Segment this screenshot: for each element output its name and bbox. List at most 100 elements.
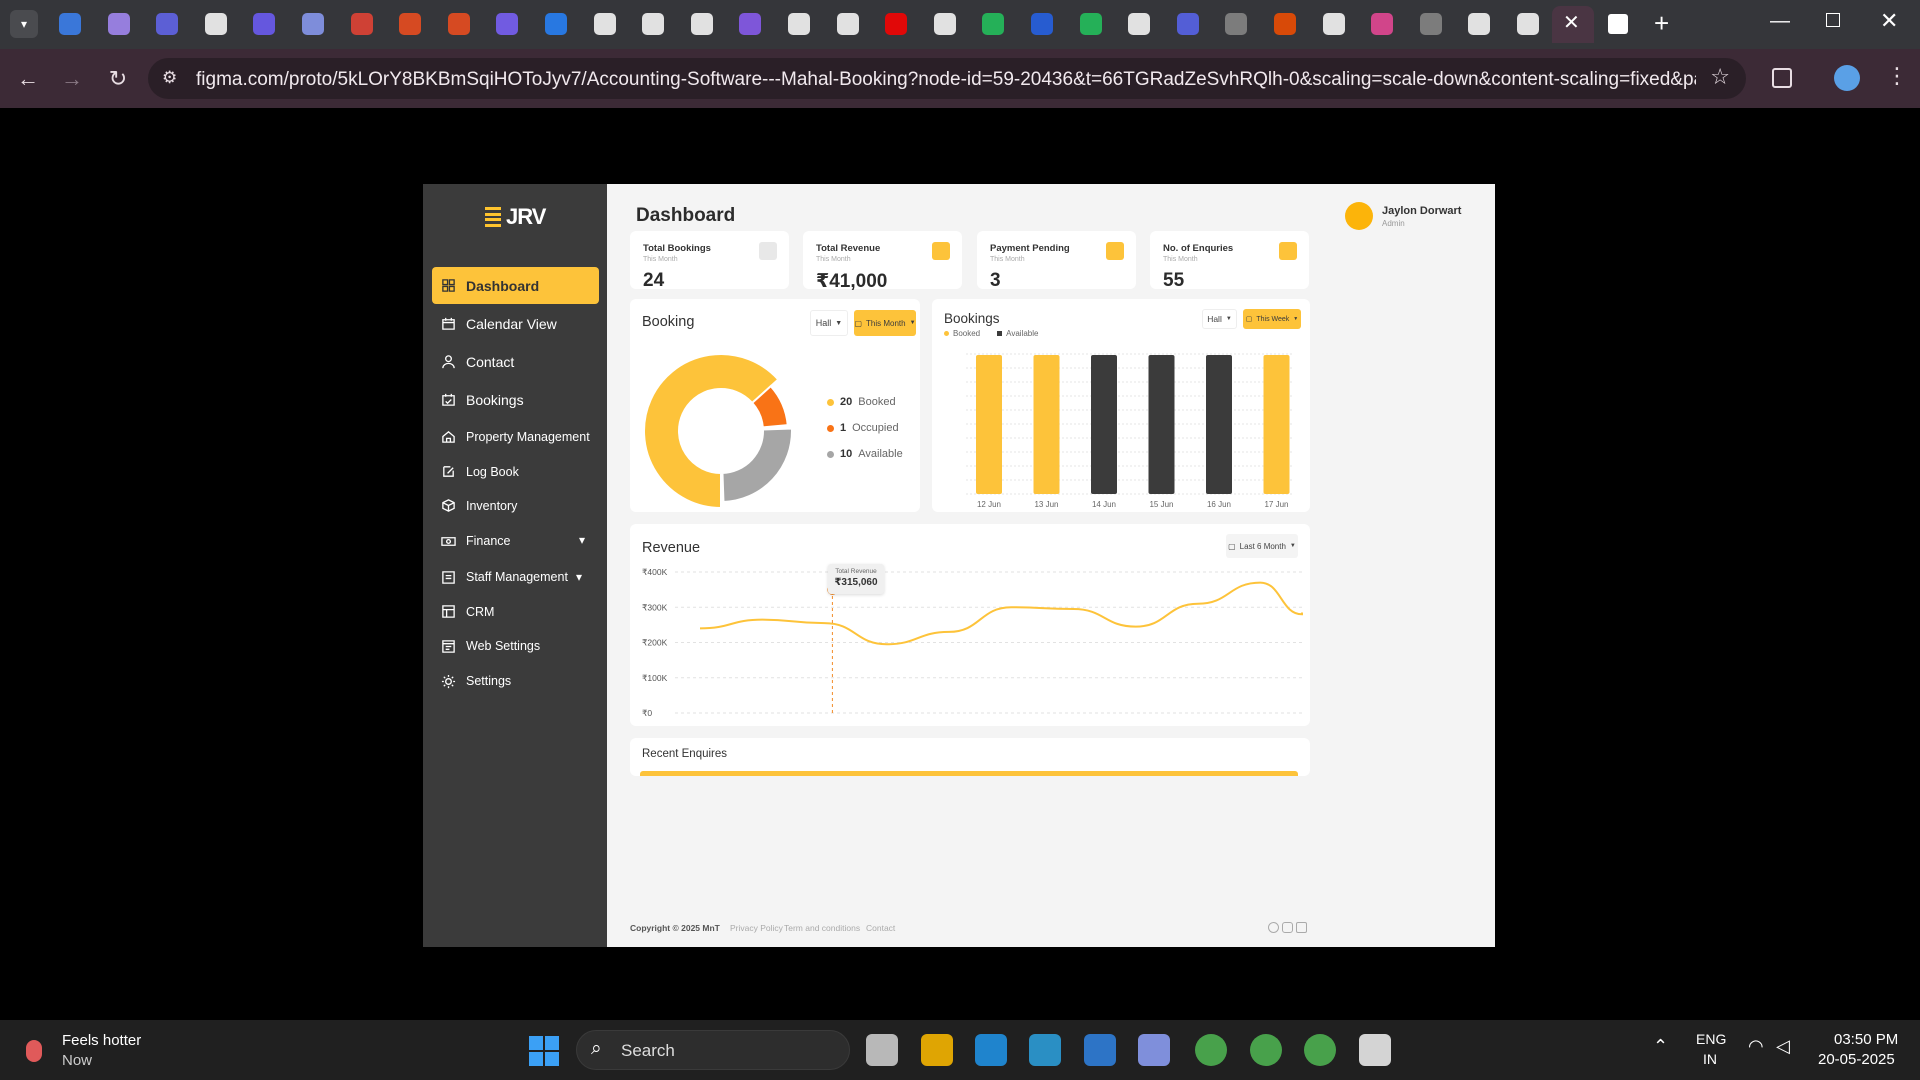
facebook-icon[interactable] xyxy=(1268,922,1279,933)
browser-tab[interactable] xyxy=(447,13,470,35)
taskbar-app-icon[interactable] xyxy=(1195,1034,1227,1066)
sidebar-item-crm[interactable]: CRM xyxy=(432,595,599,628)
browser-tab[interactable] xyxy=(302,13,324,35)
bar-14-jun[interactable] xyxy=(1091,355,1117,494)
language[interactable]: ENG xyxy=(1696,1031,1726,1047)
linkedin-icon[interactable] xyxy=(1296,922,1307,933)
browser-tab[interactable] xyxy=(1176,13,1199,35)
sidebar-item-calendar-view[interactable]: Calendar View xyxy=(432,305,599,342)
taskbar-app-icon[interactable] xyxy=(1084,1034,1116,1066)
logo[interactable]: JRV xyxy=(485,204,546,230)
browser-tab[interactable] xyxy=(496,13,519,35)
taskbar-app-icon[interactable] xyxy=(1029,1034,1061,1066)
taskbar-app-icon[interactable] xyxy=(1250,1034,1282,1066)
sidebar-item-staff-management[interactable]: Staff Management ▾ xyxy=(432,560,599,594)
browser-tab[interactable] xyxy=(1031,13,1053,35)
browser-tab[interactable] xyxy=(1274,13,1296,35)
browser-tab[interactable] xyxy=(59,13,81,35)
taskbar-app-icon[interactable] xyxy=(975,1034,1007,1066)
chevron-down-icon[interactable]: ▾ xyxy=(579,534,590,546)
menu-icon[interactable]: ⋮ xyxy=(1886,63,1908,89)
browser-tab[interactable] xyxy=(739,13,762,35)
browser-tab[interactable] xyxy=(593,13,616,35)
browser-tab[interactable] xyxy=(1128,13,1151,35)
close-window-icon[interactable]: ✕ xyxy=(1880,8,1898,34)
sidebar-item-property-management[interactable]: Property Management xyxy=(432,419,599,454)
browser-tab[interactable] xyxy=(642,13,665,35)
reload-icon[interactable]: ↻ xyxy=(104,65,132,93)
bookings-hall-dropdown[interactable]: Hall ▼ xyxy=(1202,309,1237,329)
browser-tab[interactable] xyxy=(982,13,1005,35)
figma-tab-icon[interactable] xyxy=(1608,14,1628,34)
browser-tab[interactable] xyxy=(690,13,713,35)
footer-link-contact[interactable]: Contact xyxy=(866,923,895,933)
back-icon[interactable]: ← xyxy=(14,65,42,93)
sidebar-item-finance[interactable]: Finance ▾ xyxy=(432,523,599,559)
sidebar-item-inventory[interactable]: Inventory xyxy=(432,489,599,522)
tab-search-button[interactable]: ▾ xyxy=(10,10,38,38)
extensions-icon[interactable] xyxy=(1772,68,1792,88)
browser-tab[interactable] xyxy=(836,13,859,35)
browser-tab[interactable] xyxy=(1419,13,1442,35)
close-tab-icon[interactable]: ✕ xyxy=(1563,10,1580,35)
clock-time[interactable]: 03:50 PM xyxy=(1834,1031,1898,1048)
browser-tab[interactable] xyxy=(1079,13,1102,35)
url-field[interactable]: ⚙ figma.com/proto/5kLOrY8BKBmSqiHOToJyv7… xyxy=(148,58,1746,99)
browser-tab[interactable] xyxy=(156,13,179,35)
bookmark-star-icon[interactable]: ☆ xyxy=(1710,64,1730,90)
restore-icon[interactable] xyxy=(1826,13,1840,27)
browser-tab[interactable] xyxy=(253,13,276,35)
tray-chevron-icon[interactable]: ⌃ xyxy=(1653,1036,1668,1057)
sidebar-item-settings[interactable]: Settings xyxy=(432,664,599,698)
bar-15-jun[interactable] xyxy=(1148,355,1175,494)
sidebar-item-web-settings[interactable]: Web Settings xyxy=(432,629,599,663)
browser-tab[interactable] xyxy=(350,13,373,35)
taskbar-app-icon[interactable] xyxy=(866,1034,898,1066)
user-menu[interactable]: Jaylon Dorwart Admin xyxy=(1345,202,1461,230)
browser-tab[interactable] xyxy=(1225,13,1248,35)
taskbar-search[interactable]: ⌕ Search xyxy=(576,1030,850,1070)
sidebar-item-bookings[interactable]: Bookings xyxy=(432,381,599,418)
browser-tab[interactable] xyxy=(933,13,956,35)
booking-period-dropdown[interactable]: ▢ This Month ▼ xyxy=(854,310,916,336)
chevron-down-icon[interactable]: ▾ xyxy=(576,571,587,583)
booking-hall-dropdown[interactable]: Hall ▼ xyxy=(810,310,848,336)
weather-title[interactable]: Feels hotter xyxy=(62,1032,141,1049)
browser-tab[interactable] xyxy=(204,13,227,35)
wifi-icon[interactable]: ◠ xyxy=(1748,1036,1764,1057)
taskbar-app-icon[interactable] xyxy=(921,1034,953,1066)
taskbar-app-icon[interactable] xyxy=(1304,1034,1336,1066)
forward-icon[interactable]: → xyxy=(58,65,86,93)
volume-icon[interactable]: ◁ xyxy=(1776,1036,1790,1057)
bar-12-jun[interactable] xyxy=(976,355,1002,494)
sidebar-item-log-book[interactable]: Log Book xyxy=(432,455,599,488)
bar-17-jun[interactable] xyxy=(1263,355,1290,494)
taskbar-app-icon[interactable] xyxy=(1138,1034,1170,1066)
revenue-period-dropdown[interactable]: ▢ Last 6 Month ▼ xyxy=(1226,534,1298,558)
profile-avatar[interactable] xyxy=(1834,65,1860,91)
bookings-period-dropdown[interactable]: ▢ This Week ▼ xyxy=(1243,309,1301,329)
browser-tab[interactable] xyxy=(885,13,908,35)
footer-link-privacy[interactable]: Privacy Policy xyxy=(730,923,783,933)
browser-tab[interactable] xyxy=(545,13,567,35)
minimize-icon[interactable]: — xyxy=(1770,10,1790,33)
sidebar-item-dashboard[interactable]: Dashboard xyxy=(432,267,599,304)
donut-slice-available[interactable] xyxy=(721,427,793,503)
sidebar-item-contact[interactable]: Contact xyxy=(432,343,599,380)
browser-tab[interactable] xyxy=(788,13,810,35)
start-button[interactable] xyxy=(529,1036,559,1066)
browser-tab[interactable] xyxy=(1468,13,1491,35)
bar-13-jun[interactable] xyxy=(1033,355,1060,494)
site-info-icon[interactable]: ⚙ xyxy=(162,68,177,88)
browser-tab[interactable] xyxy=(1517,13,1539,35)
taskbar-app-icon[interactable] xyxy=(1359,1034,1391,1066)
browser-tab[interactable] xyxy=(399,13,422,35)
instagram-icon[interactable] xyxy=(1282,922,1293,933)
browser-tab[interactable] xyxy=(1371,13,1394,35)
browser-tab[interactable] xyxy=(107,13,130,35)
weather-icon[interactable] xyxy=(26,1040,42,1062)
browser-tab[interactable] xyxy=(1322,13,1345,35)
footer-link-terms[interactable]: Term and conditions xyxy=(784,923,860,933)
new-tab-icon[interactable]: + xyxy=(1654,8,1669,39)
bar-16-jun[interactable] xyxy=(1206,355,1232,494)
